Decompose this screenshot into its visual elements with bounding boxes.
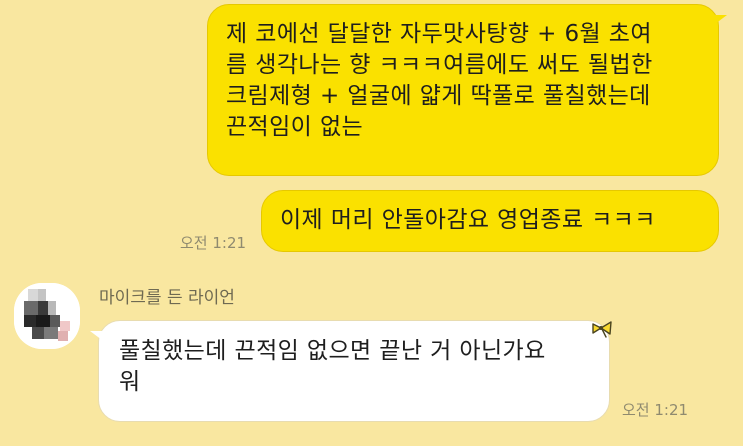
bubble-tail xyxy=(90,331,102,340)
message-timestamp: 오전 1:21 xyxy=(180,234,247,252)
message-timestamp: 오전 1:21 xyxy=(622,401,689,419)
message-line: 끈적임이 없는 xyxy=(226,114,364,140)
message-line: 풀칠했는데 끈적임 없으면 끝난 거 아닌가요 xyxy=(119,338,546,364)
avatar-blurred-icon xyxy=(14,283,80,349)
message-text: 이제 머리 안돌아감요 영업종료 ㅋㅋㅋ xyxy=(280,207,656,233)
message-line: 크림제형 + 얼굴에 얇게 딱풀로 풀칠했는데 xyxy=(226,83,651,109)
bubble-tail xyxy=(715,15,727,24)
outgoing-message-bubble[interactable]: 제 코에선 달달한 자두맛사탕향 + 6월 초여 름 생각나는 향 ㅋㅋㅋ여름에… xyxy=(207,4,727,176)
message-line: 름 생각나는 향 ㅋㅋㅋ여름에도 써도 될법한 xyxy=(226,52,653,78)
outgoing-message-bubble[interactable]: 이제 머리 안돌아감요 영업종료 ㅋㅋㅋ xyxy=(261,190,719,252)
sender-name: 마이크를 든 라이언 xyxy=(99,288,235,308)
reaction-bow-icon[interactable] xyxy=(589,315,615,341)
sender-avatar[interactable] xyxy=(14,283,80,349)
message-line: 워 xyxy=(119,369,141,395)
incoming-message-bubble[interactable]: 풀칠했는데 끈적임 없으면 끝난 거 아닌가요 워 xyxy=(90,320,610,422)
message-line: 제 코에선 달달한 자두맛사탕향 + 6월 초여 xyxy=(226,21,652,47)
